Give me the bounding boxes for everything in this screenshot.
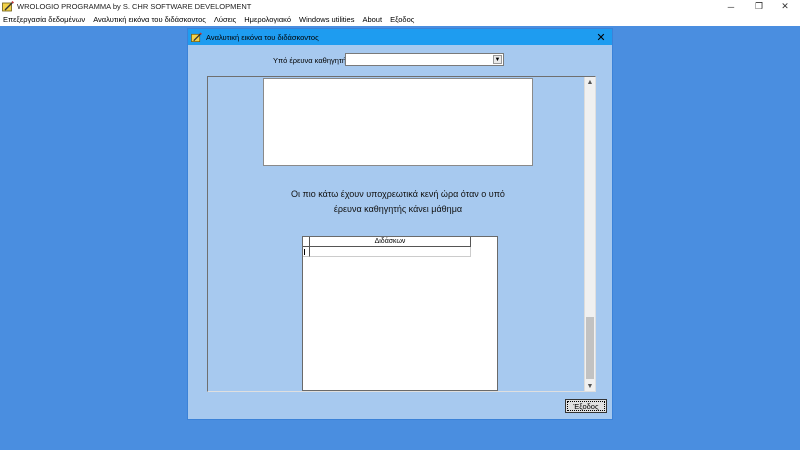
scroll-down-button[interactable]: ▼: [585, 381, 595, 391]
chevron-down-icon[interactable]: ▼: [493, 55, 502, 64]
menu-item-data-editing[interactable]: Επεξεργασία δεδομένων: [0, 15, 89, 24]
teacher-schedule-list[interactable]: [263, 78, 533, 166]
dialog-close-button[interactable]: ✕: [594, 30, 608, 44]
minimize-button[interactable]: ─: [716, 0, 746, 13]
message-line-1: Οι πιο κάτω έχουν υποχρεωτικά κενή ώρα ό…: [291, 189, 505, 199]
close-icon: ✕: [596, 31, 606, 44]
chevron-down-icon: ▼: [586, 382, 594, 390]
menu-item-solutions[interactable]: Λύσεις: [210, 15, 240, 24]
chevron-up-icon: ▲: [586, 78, 594, 86]
menu-item-calendar[interactable]: Ημερολογιακό: [240, 15, 295, 24]
dialog-titlebar: Αναλυτική εικόνα του διδάσκοντος ✕: [188, 29, 612, 45]
menu-item-windows-utilities[interactable]: Windows utilities: [295, 15, 358, 24]
app-titlebar: WROLOGIO PROGRAMMA by S. CHR SOFTWARE DE…: [0, 0, 800, 13]
vertical-scrollbar[interactable]: ▲ ▼: [584, 77, 595, 391]
dialog-pencil-icon: [191, 31, 202, 42]
exit-button[interactable]: Έξοδος: [565, 399, 607, 413]
close-icon: ✕: [781, 1, 789, 11]
scroll-panel[interactable]: Οι πιο κάτω έχουν υποχρεωτικά κενή ώρα ό…: [207, 76, 596, 392]
scroll-up-button[interactable]: ▲: [585, 77, 595, 87]
minimize-icon: ─: [727, 1, 735, 12]
grid-row-selector[interactable]: [303, 247, 310, 257]
teacher-label: Υπό έρευνα καθηγητής:: [273, 56, 352, 65]
menu-item-teacher-overview[interactable]: Αναλυτική εικόνα του διδάσκοντος: [89, 15, 210, 24]
grid-corner[interactable]: [303, 237, 310, 247]
teachers-grid[interactable]: Διδάσκων: [302, 236, 498, 391]
grid-column-header[interactable]: Διδάσκων: [310, 237, 471, 247]
scrollbar-thumb[interactable]: [586, 317, 594, 379]
grid-cell[interactable]: [310, 247, 471, 257]
menu-item-exit[interactable]: Εξοδος: [386, 15, 418, 24]
app-pencil-icon: [2, 1, 14, 12]
menu-item-about[interactable]: About: [358, 15, 386, 24]
teacher-select[interactable]: ▼: [345, 53, 504, 66]
dialog-title: Αναλυτική εικόνα του διδάσκοντος: [206, 32, 319, 42]
message-line-2: έρευνα καθηγητής κάνει μάθημα: [333, 204, 463, 214]
free-period-message: Οι πιο κάτω έχουν υποχρεωτικά κενή ώρα ό…: [263, 187, 533, 217]
teacher-overview-dialog: Αναλυτική εικόνα του διδάσκοντος ✕ Υπό έ…: [187, 28, 613, 420]
menu-bar: Επεξεργασία δεδομένων Αναλυτική εικόνα τ…: [0, 13, 800, 26]
restore-icon: ❐: [754, 1, 764, 11]
app-title: WROLOGIO PROGRAMMA by S. CHR SOFTWARE DE…: [17, 2, 252, 11]
app-close-button[interactable]: ✕: [770, 0, 800, 13]
